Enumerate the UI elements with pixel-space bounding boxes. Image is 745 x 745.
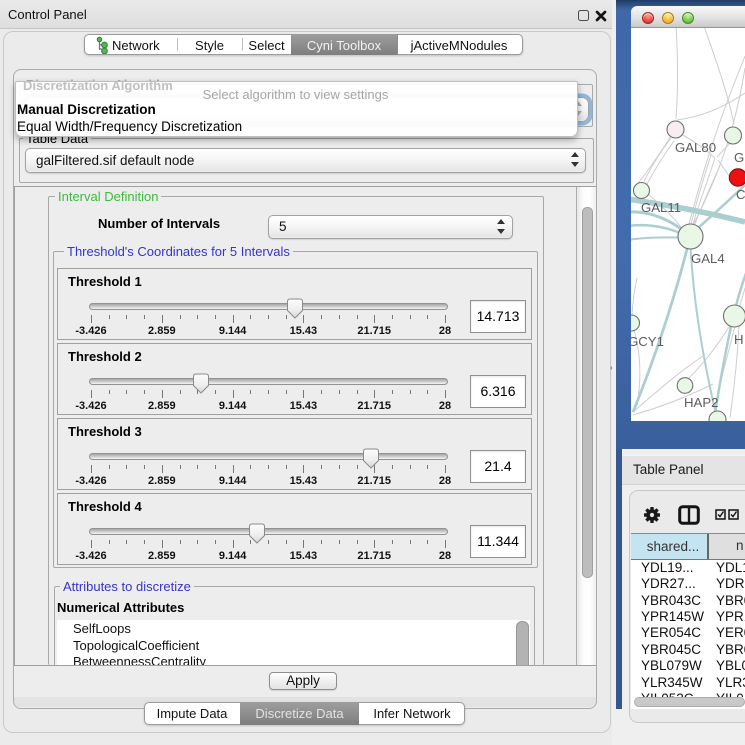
svg-text:H: H (734, 332, 744, 347)
svg-text:GAL4: GAL4 (691, 251, 725, 266)
svg-text:G.: G. (734, 150, 745, 165)
svg-text:GAL80: GAL80 (675, 140, 716, 155)
svg-text:GAL11: GAL11 (641, 200, 681, 215)
svg-text:HAP2: HAP2 (684, 395, 718, 410)
svg-text:GCY1: GCY1 (631, 334, 664, 349)
svg-text:C: C (736, 187, 745, 202)
